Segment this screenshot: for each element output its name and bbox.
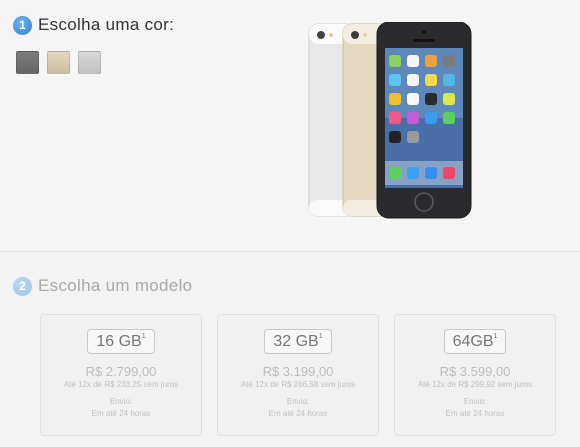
capacity-text: 32 GB xyxy=(273,333,319,350)
footnote-marker: 1 xyxy=(318,333,323,340)
model-card-32gb[interactable]: 32 GB1 R$ 3.199,00 Até 12x de R$ 266,58 … xyxy=(217,314,379,436)
footnote-marker: 1 xyxy=(493,333,498,340)
color-step-heading: 1 Escolha uma cor: xyxy=(13,15,174,35)
model-options: 16 GB1 R$ 2.799,00 Até 12x de R$ 233,25 … xyxy=(40,314,556,436)
shipping-label: Envio: xyxy=(109,397,133,406)
model-card-16gb[interactable]: 16 GB1 R$ 2.799,00 Até 12x de R$ 233,25 … xyxy=(40,314,202,436)
installments: Até 12x de R$ 233,25 sem juros xyxy=(63,380,179,389)
installments: Até 12x de R$ 299,92 sem juros xyxy=(417,380,533,389)
capacity-label: 64GB1 xyxy=(443,329,507,354)
footnote-marker: 1 xyxy=(141,333,146,340)
price: R$ 2.799,00 xyxy=(85,364,157,379)
capacity-text: 16 GB xyxy=(96,333,142,350)
price: R$ 3.199,00 xyxy=(262,364,334,379)
step-1-badge: 1 xyxy=(13,15,32,35)
model-card-64gb[interactable]: 64GB1 R$ 3.599,00 Até 12x de R$ 299,92 s… xyxy=(394,314,556,436)
model-step-title: Escolha um modelo xyxy=(38,276,193,295)
shipping-label: Envio: xyxy=(286,397,310,406)
capacity-label: 32 GB1 xyxy=(264,329,332,354)
shipping-time: Em até 24 horas xyxy=(91,409,151,418)
swatch-space-gray[interactable] xyxy=(16,51,39,74)
capacity-label: 16 GB1 xyxy=(87,329,155,354)
color-section xyxy=(0,0,580,251)
shipping-label: Envio: xyxy=(463,397,487,406)
shipping-time: Em até 24 horas xyxy=(268,409,328,418)
swatch-gold[interactable] xyxy=(47,51,70,74)
installments: Até 12x de R$ 266,58 sem juros xyxy=(240,380,356,389)
shipping-time: Em até 24 horas xyxy=(445,409,505,418)
space-gray-phone xyxy=(376,22,472,219)
iphone-product-image xyxy=(308,22,472,219)
color-step-title: Escolha uma cor: xyxy=(38,15,175,34)
step-2-badge: 2 xyxy=(13,276,32,296)
swatch-silver[interactable] xyxy=(78,51,101,74)
model-step-heading: 2 Escolha um modelo xyxy=(13,276,192,296)
price: R$ 3.599,00 xyxy=(439,364,511,379)
color-swatches xyxy=(16,51,101,74)
capacity-text: 64GB xyxy=(452,333,494,350)
